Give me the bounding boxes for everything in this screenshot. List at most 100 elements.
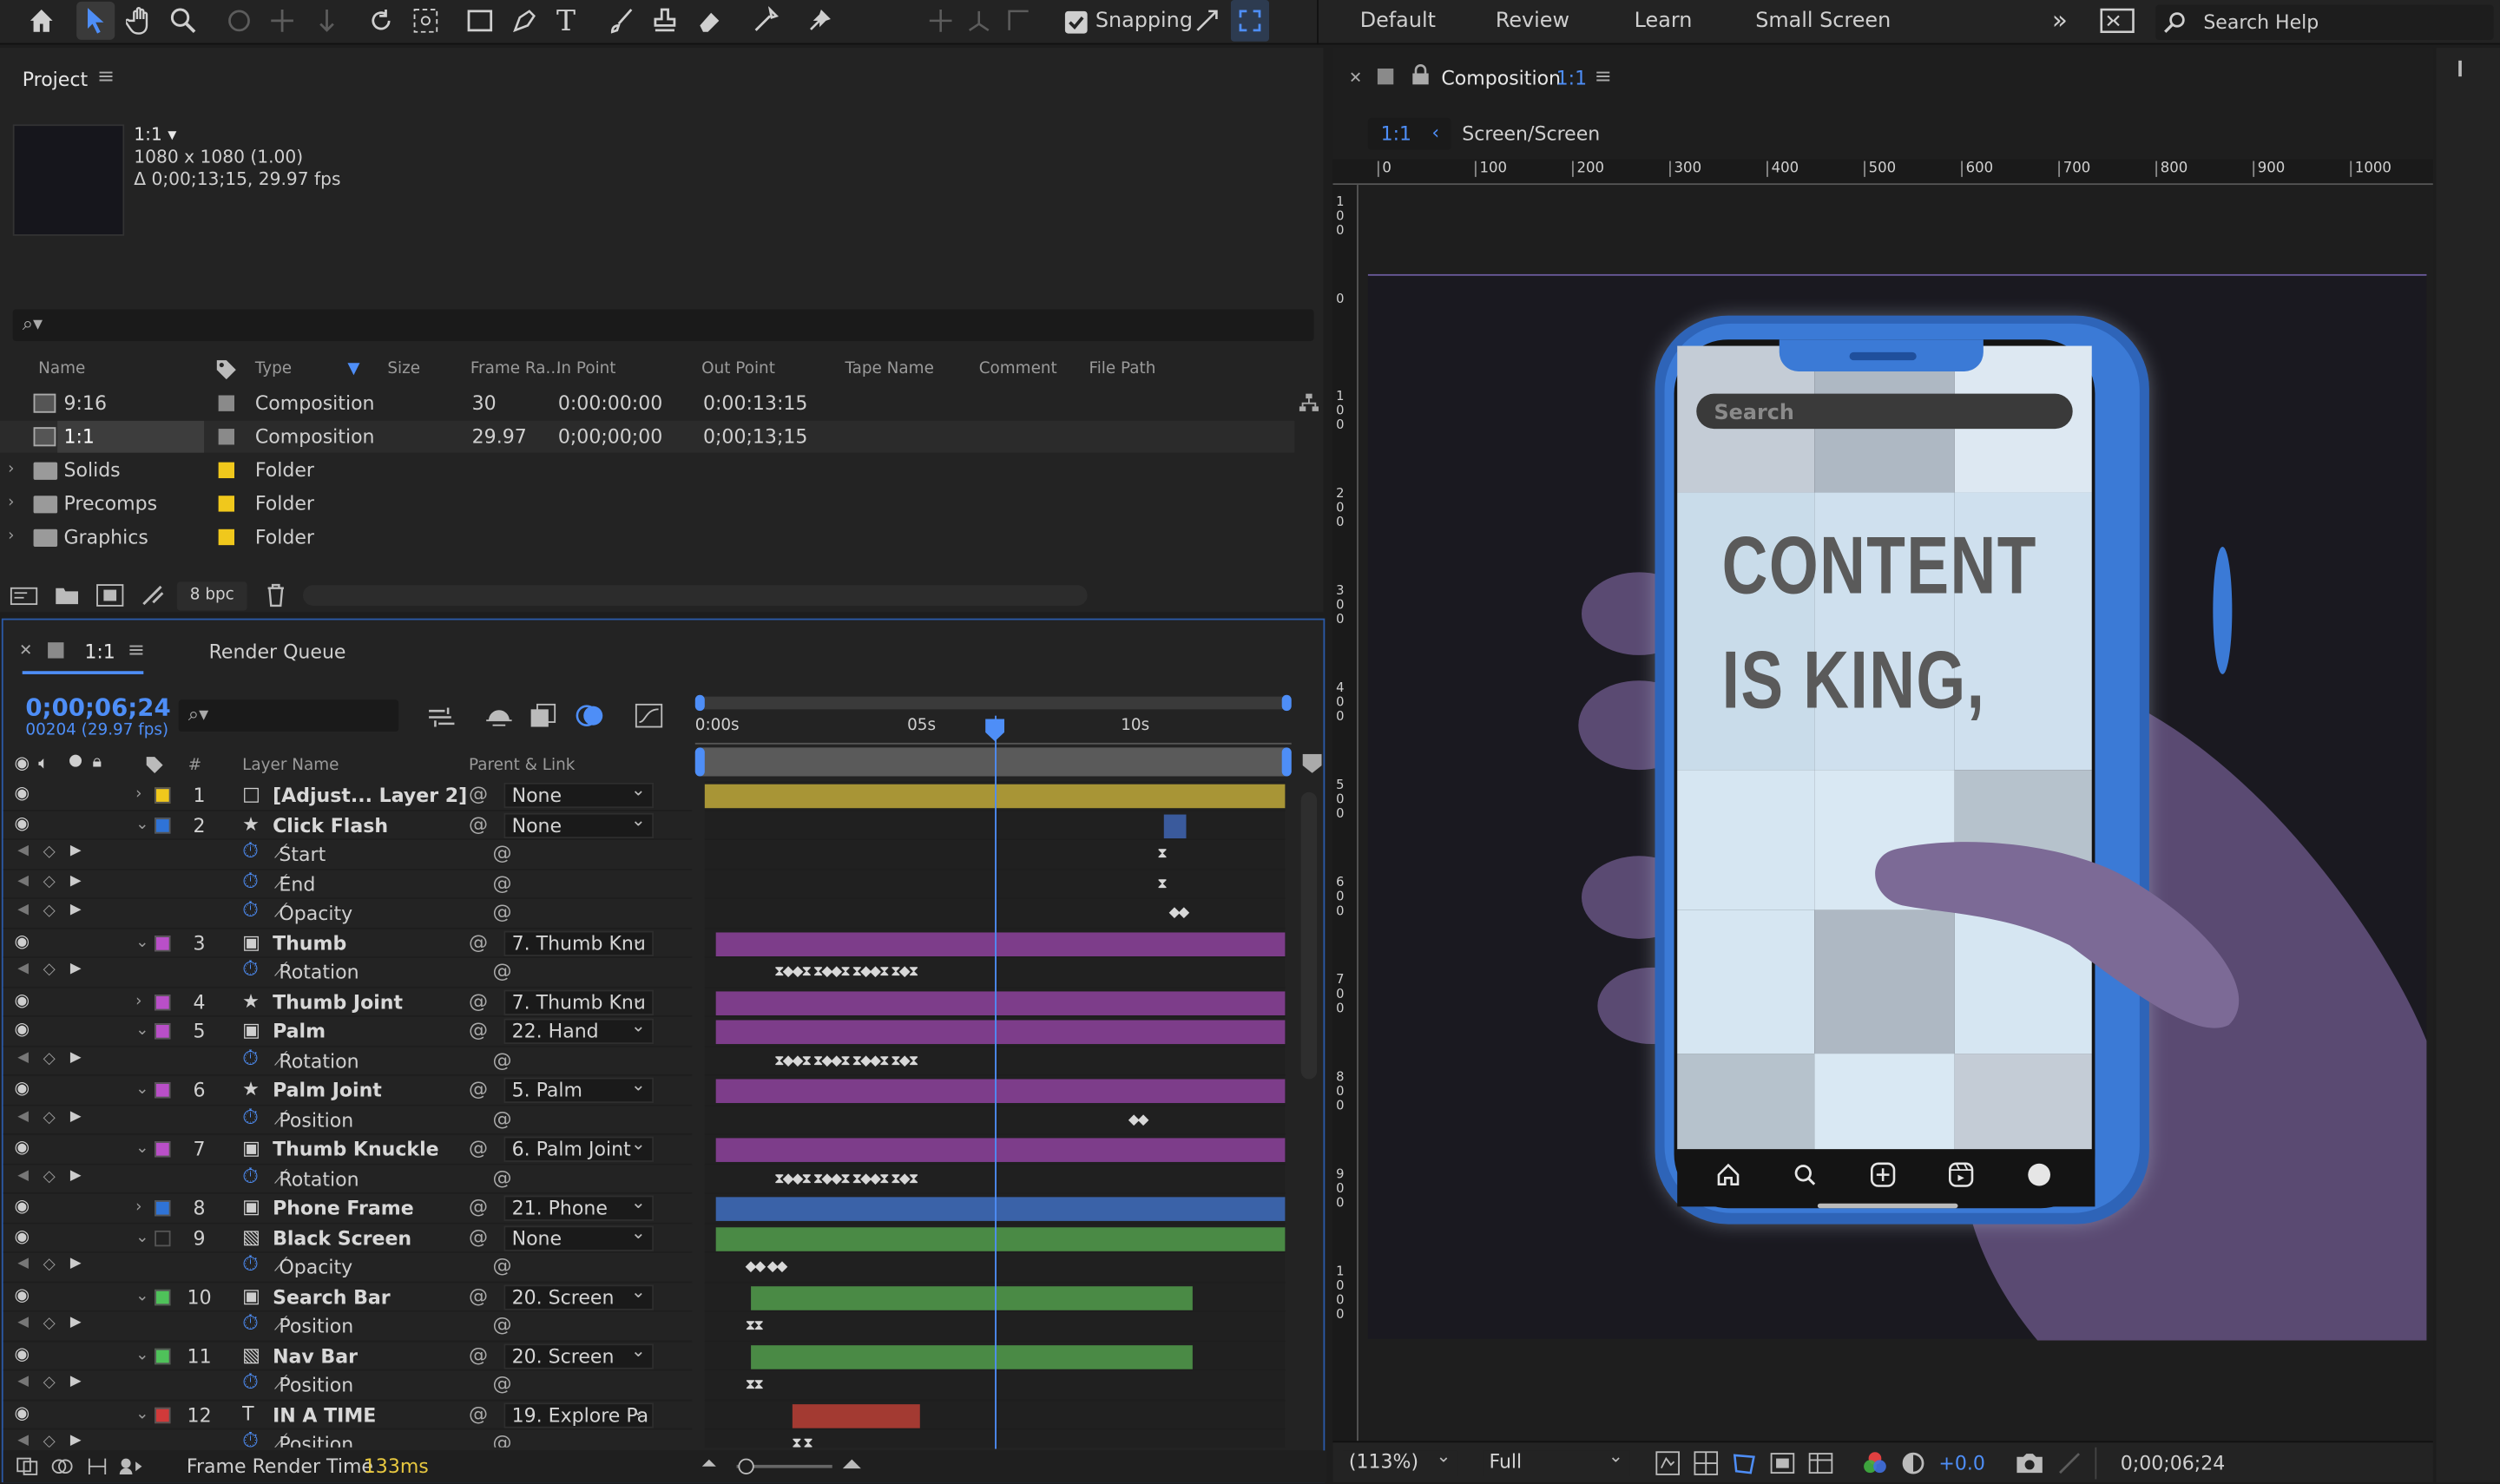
project-search-input[interactable]: ⌕▾ [12,309,1314,342]
property-name[interactable]: Position [279,1315,353,1337]
panel-menu-icon[interactable]: ≡ [97,65,115,89]
reset-exposure-icon[interactable] [1900,1450,1925,1475]
project-panel-title[interactable]: Project [23,69,88,91]
composition-tab-name[interactable]: 1:1 [1556,67,1587,89]
add-keyframe-icon[interactable]: ◇ [43,962,56,979]
layer-name[interactable]: Thumb [273,932,346,955]
layer-duration-bar[interactable] [1162,813,1187,838]
stopwatch-icon[interactable]: ⏱︎ [242,899,259,923]
expand-chevron-icon[interactable]: ⌄ [135,1228,148,1245]
next-keyframe-icon[interactable]: ▶ [70,873,82,889]
comp-marker-bin-icon[interactable] [1302,753,1322,773]
add-keyframe-icon[interactable]: ◇ [43,1256,56,1273]
expand-chevron-icon[interactable]: › [135,992,141,1009]
pick-whip-icon[interactable]: @ [469,1343,488,1365]
clone-stamp-tool-icon[interactable] [646,0,684,42]
next-keyframe-icon[interactable]: ▶ [70,1433,82,1448]
next-keyframe-icon[interactable]: ▶ [70,1374,82,1389]
col-layer-name[interactable]: Layer Name [242,757,339,774]
zoom-tool-icon[interactable] [164,0,202,42]
panel-menu-icon[interactable]: ≡ [1595,65,1612,89]
add-keyframe-icon[interactable]: ◇ [43,1108,56,1126]
snap-edges-icon[interactable] [1188,0,1226,42]
new-folder-icon[interactable] [54,585,79,606]
parent-dropdown[interactable]: 7. Thumb Knu [503,988,655,1015]
prev-keyframe-icon[interactable]: ◀ [17,1256,29,1271]
lock-icon[interactable] [1411,63,1430,86]
pick-whip-icon[interactable]: @ [469,1196,488,1218]
layer-row[interactable]: ◉ ⌄ 3 ▣ Thumb @7. Thumb Knu [3,929,693,958]
pick-whip-icon[interactable]: @ [493,1107,512,1130]
keyframes[interactable]: ◆◆ [1169,905,1190,921]
label-swatch[interactable] [218,496,234,512]
expand-chevron-icon[interactable]: ⌄ [135,1139,148,1157]
exposure-value[interactable]: +0.0 [1938,1452,1985,1474]
prev-keyframe-icon[interactable]: ◀ [17,1433,29,1448]
stopwatch-icon[interactable]: ⏱︎ [242,1106,259,1130]
trash-icon[interactable] [265,583,287,607]
layer-duration-bar[interactable] [792,1403,920,1428]
visibility-eye-icon[interactable]: ◉ [15,1078,30,1099]
pick-whip-icon[interactable]: @ [469,812,488,835]
project-row[interactable]: › Precomps Folder [0,488,1294,520]
layer-name[interactable]: IN A TIME [273,1403,376,1426]
layer-duration-bar[interactable] [716,931,1286,956]
workspace-default[interactable]: Default [1360,10,1436,34]
project-row-selected[interactable]: 1:1 Composition 29.97 0;00;00;00 0;00;13… [0,420,1295,453]
zoom-in-icon[interactable]: ⏶ [842,1449,863,1481]
layer-duration-bar[interactable] [716,990,1286,1015]
transfer-controls-icon[interactable] [51,1457,74,1476]
anchor-point-tool-icon[interactable] [406,0,444,42]
layer-row[interactable]: ◉ ⌄ 10 ▣ Search Bar @20. Screen [3,1283,693,1312]
stopwatch-icon[interactable]: ⏱︎ [242,840,259,864]
next-keyframe-icon[interactable]: ▶ [70,1256,82,1271]
work-area-bar[interactable] [694,747,1292,777]
label-swatch[interactable] [218,429,234,445]
visibility-eye-icon[interactable]: ◉ [15,1137,30,1158]
interpret-footage-icon[interactable] [10,587,38,606]
playhead-line[interactable] [995,715,997,1449]
layer-name[interactable]: Palm [273,1020,326,1042]
keyframes[interactable]: ⧗◆◆⧗ ⧗◆◆⧗ ⧗◆◆⧗ ⧗◆⧗ [774,1053,918,1068]
layer-duration-bar[interactable] [751,1285,1193,1310]
label-column-icon[interactable] [145,756,164,775]
pick-whip-icon[interactable]: @ [469,1402,488,1424]
add-keyframe-icon[interactable]: ◇ [43,903,56,920]
keyframes[interactable]: ⧗ [1157,846,1168,862]
label-swatch[interactable] [155,1230,171,1246]
col-parent-link[interactable]: Parent & Link [469,757,575,774]
label-swatch[interactable] [155,994,171,1010]
workspace-review[interactable]: Review [1496,10,1569,34]
stopwatch-icon[interactable]: ⏱︎ [242,1312,259,1336]
pick-whip-icon[interactable]: @ [493,1048,512,1071]
render-time-icon[interactable] [118,1457,143,1476]
zoom-out-icon[interactable]: ⏶ [701,1452,717,1476]
brush-tool-icon[interactable] [602,0,641,42]
composition-canvas[interactable]: Search CONTENT IS KING, [1367,273,2427,1341]
property-row[interactable]: ◀ ◇ ▶ ⏱︎ ⟋ Position @ [3,1312,693,1342]
layer-row[interactable]: ◉ › 1 □ [Adjust... Layer 2] @ None [3,781,693,811]
layer-name[interactable]: Search Bar [273,1285,391,1308]
layer-duration-bar[interactable] [716,1020,1286,1045]
horizontal-ruler[interactable]: 0 100 200 300 400 500 600 700 800 900 1000 [1332,159,2433,186]
home-icon[interactable] [23,0,61,42]
layer-duration-bar[interactable] [716,1226,1286,1251]
col-comment[interactable]: Comment [979,360,1057,378]
keyframes[interactable]: ⧗⧗ [746,1377,764,1393]
parent-dropdown[interactable]: 20. Screen [503,1284,655,1310]
expand-chevron-icon[interactable]: › [8,494,14,511]
layer-row[interactable]: ◉ ⌄ 5 ▣ Palm @22. Hand [3,1017,693,1047]
project-row[interactable]: › Solids Folder [0,454,1294,486]
pick-whip-icon[interactable]: @ [493,1431,512,1447]
lock-column-icon[interactable]: 🔒︎ [93,751,102,773]
next-keyframe-icon[interactable]: ▶ [70,1108,82,1124]
guides-options-icon[interactable] [1808,1450,1833,1475]
col-out-point[interactable]: Out Point [701,360,775,378]
property-row[interactable]: ◀ ◇ ▶ ⏱︎ ⟋ Position @ [3,1106,693,1135]
pick-whip-icon[interactable]: @ [493,1166,512,1189]
keyframes[interactable]: ⧗◆◆⧗ ⧗◆◆⧗ ⧗◆◆⧗ ⧗◆⧗ [774,1171,918,1186]
col-name[interactable]: Name [38,360,85,378]
label-swatch[interactable] [155,1406,171,1423]
label-swatch[interactable] [155,787,171,804]
view-axis-icon[interactable] [1000,0,1038,42]
